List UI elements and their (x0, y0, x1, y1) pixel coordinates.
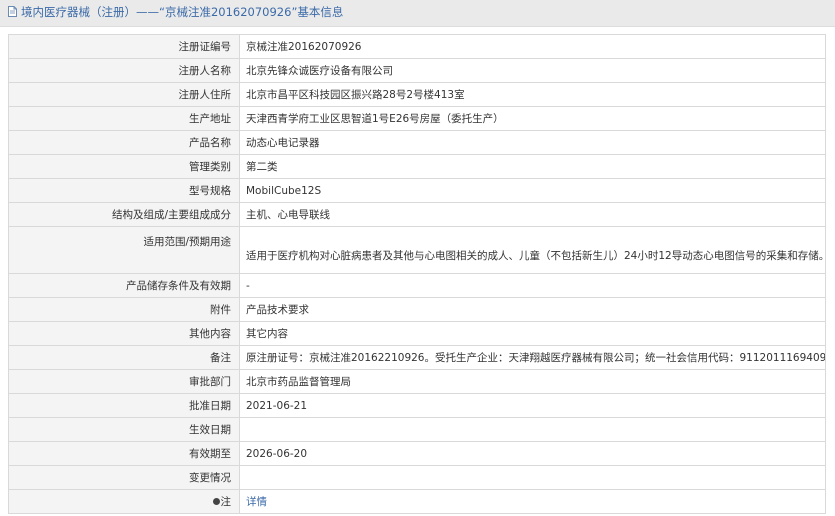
field-label: 注册证编号 (8, 34, 240, 59)
field-label: 附件 (8, 297, 240, 322)
table-row: 注册人名称 北京先锋众诚医疗设备有限公司 (8, 58, 826, 83)
field-label: 审批部门 (8, 369, 240, 394)
field-value: 原注册证号：京械注准20162210926。受托生产企业：天津翔越医疗器械有限公… (239, 345, 826, 370)
field-value: 动态心电记录器 (239, 130, 826, 155)
field-label: 变更情况 (8, 465, 240, 490)
field-label: 产品名称 (8, 130, 240, 155)
table-row: 备注 原注册证号：京械注准20162210926。受托生产企业：天津翔越医疗器械… (8, 345, 826, 370)
field-value: 北京市药品监督管理局 (239, 369, 826, 394)
field-label: 适用范围/预期用途 (8, 226, 240, 274)
field-value: 适用于医疗机构对心脏病患者及其他与心电图相关的成人、儿童（不包括新生儿）24小时… (239, 226, 826, 274)
table-row: 产品储存条件及有效期 - (8, 273, 826, 298)
field-value: 产品技术要求 (239, 297, 826, 322)
field-label: 型号规格 (8, 178, 240, 203)
field-label: 注册人名称 (8, 58, 240, 83)
field-label: 产品储存条件及有效期 (8, 273, 240, 298)
field-label: 管理类别 (8, 154, 240, 179)
field-value: 北京先锋众诚医疗设备有限公司 (239, 58, 826, 83)
field-label: 注册人住所 (8, 82, 240, 107)
field-value: 2026-06-20 (239, 441, 826, 466)
field-label: 生产地址 (8, 106, 240, 131)
page-header: 境内医疗器械（注册）——“京械注准20162070926”基本信息 (0, 0, 835, 27)
table-row: 注 详情 (8, 489, 826, 514)
field-value: - (239, 273, 826, 298)
table-row: 审批部门 北京市药品监督管理局 (8, 369, 826, 394)
field-value (239, 465, 826, 490)
field-value: 第二类 (239, 154, 826, 179)
field-label: 注 (220, 495, 232, 508)
field-value: 其它内容 (239, 321, 826, 346)
table-row: 附件 产品技术要求 (8, 297, 826, 322)
field-value: 主机、心电导联线 (239, 202, 826, 227)
table-row: 其他内容 其它内容 (8, 321, 826, 346)
table-row: 适用范围/预期用途 适用于医疗机构对心脏病患者及其他与心电图相关的成人、儿童（不… (8, 226, 826, 274)
field-label: 批准日期 (8, 393, 240, 418)
table-row: 管理类别 第二类 (8, 154, 826, 179)
field-label: 备注 (8, 345, 240, 370)
table-row: 生产地址 天津西青学府工业区思智道1号E26号房屋（委托生产） (8, 106, 826, 131)
table-row: 注册证编号 京械注准20162070926 (8, 34, 826, 59)
field-value (239, 417, 826, 442)
table-row: 批准日期 2021-06-21 (8, 393, 826, 418)
field-value: 2021-06-21 (239, 393, 826, 418)
document-icon (8, 6, 17, 17)
table-row: 注册人住所 北京市昌平区科技园区振兴路28号2号楼413室 (8, 82, 826, 107)
table-row: 型号规格 MobilCube12S (8, 178, 826, 203)
field-label: 结构及组成/主要组成成分 (8, 202, 240, 227)
field-value: 天津西青学府工业区思智道1号E26号房屋（委托生产） (239, 106, 826, 131)
table-row: 产品名称 动态心电记录器 (8, 130, 826, 155)
field-value: 详情 (239, 489, 826, 514)
pin-icon (212, 497, 220, 505)
field-label: 有效期至 (8, 441, 240, 466)
table-row: 结构及组成/主要组成成分 主机、心电导联线 (8, 202, 826, 227)
details-link[interactable]: 详情 (246, 496, 267, 508)
table-row: 生效日期 (8, 417, 826, 442)
field-value: 京械注准20162070926 (239, 34, 826, 59)
note-label-cell: 注 (8, 489, 240, 514)
field-label: 其他内容 (8, 321, 240, 346)
page-title: 境内医疗器械（注册）——“京械注准20162070926”基本信息 (21, 5, 344, 19)
info-table: 注册证编号 京械注准20162070926 注册人名称 北京先锋众诚医疗设备有限… (8, 34, 826, 514)
table-row: 变更情况 (8, 465, 826, 490)
field-value: MobilCube12S (239, 178, 826, 203)
field-value: 北京市昌平区科技园区振兴路28号2号楼413室 (239, 82, 826, 107)
field-label: 生效日期 (8, 417, 240, 442)
table-row: 有效期至 2026-06-20 (8, 441, 826, 466)
